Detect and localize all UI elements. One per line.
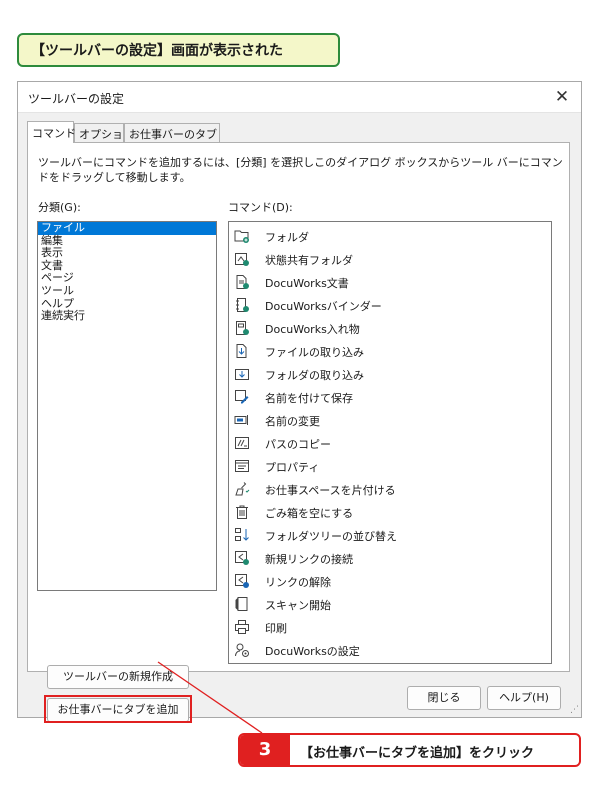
pointer-line: [157, 661, 263, 735]
bottom-callout: 3 【お仕事バーにタブを追加】をクリック: [238, 733, 581, 767]
tab-command-label: コマンド: [32, 127, 76, 140]
tab-command[interactable]: コマンド: [27, 121, 76, 143]
step-badge: 3: [240, 735, 290, 765]
bottom-callout-text: 【お仕事バーにタブを追加】をクリック: [300, 746, 535, 761]
